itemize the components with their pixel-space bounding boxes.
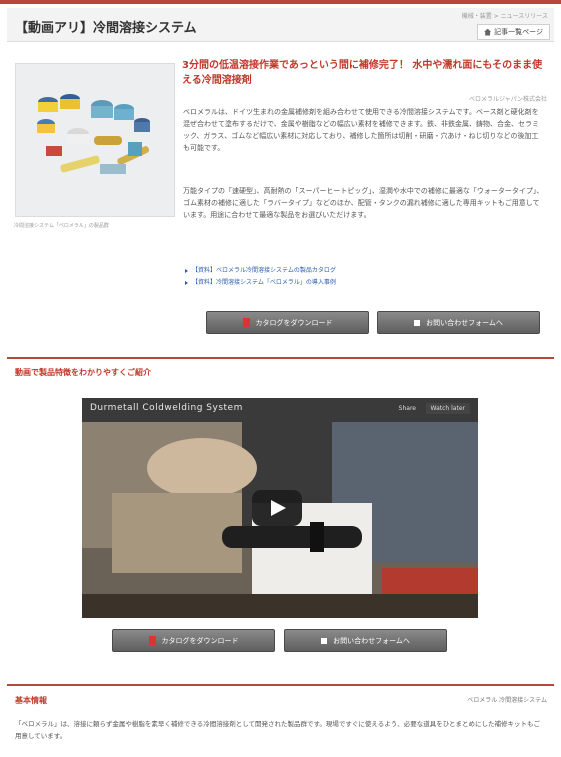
arrow-right-icon	[185, 281, 188, 285]
related-link-label: 【資料】ベロメラル冷間溶接システムの製品カタログ	[192, 267, 336, 274]
watch-later-button[interactable]: Watch later	[425, 403, 470, 414]
inquiry-form-button[interactable]: お問い合わせフォームへ	[377, 311, 540, 334]
image-caption: 冷間溶接システム「ベロメラル」の製品群	[14, 223, 109, 229]
arrow-icon	[321, 637, 328, 644]
home-icon	[484, 28, 492, 36]
download-catalog-label: カタログをダウンロード	[161, 636, 239, 645]
video-player[interactable]: Durmetall Coldwelding System Share Watch…	[82, 398, 478, 618]
pdf-icon	[242, 318, 250, 327]
related-link-catalog[interactable]: 【資料】ベロメラル冷間溶接システムの製品カタログ	[185, 265, 336, 277]
section-divider	[7, 684, 554, 686]
inquiry-form-label: お問い合わせフォームへ	[426, 318, 503, 327]
arrow-icon	[414, 319, 421, 326]
arrow-right-icon	[185, 269, 188, 273]
download-catalog-button-2[interactable]: カタログをダウンロード	[112, 629, 275, 652]
breadcrumb[interactable]: 機械・装置 > ニュースリリース	[462, 11, 548, 20]
inquiry-form-label: お問い合わせフォームへ	[333, 636, 410, 645]
product-image	[15, 63, 175, 217]
page-header: 【動画アリ】冷間溶接システム 機械・装置 > ニュースリリース 記事一覧ページ	[7, 8, 554, 42]
video-section-title: 動画で製品特徴をわかりやすくご紹介	[15, 368, 151, 377]
inquiry-form-button-2[interactable]: お問い合わせフォームへ	[284, 629, 447, 652]
info-section-subtitle: ベロメラル 冷間溶接システム	[467, 697, 547, 704]
download-catalog-label: カタログをダウンロード	[255, 318, 333, 327]
video-title: Durmetall Coldwelding System	[90, 403, 243, 413]
back-to-list-label: 記事一覧ページ	[494, 28, 543, 36]
top-accent-line	[0, 0, 561, 4]
info-text: 「ベロメラル」は、溶接に頼らず金属や樹脂を素早く補修できる冷間溶接剤として開発さ…	[15, 720, 541, 740]
related-links: 【資料】ベロメラル冷間溶接システムの製品カタログ 【資料】冷間溶接システム「ベロ…	[185, 265, 336, 289]
related-link-cases[interactable]: 【資料】冷間溶接システム「ベロメラル」の導入事例	[185, 277, 336, 289]
info-section-title: 基本情報	[15, 696, 47, 705]
pdf-icon	[148, 636, 156, 645]
page-title: 【動画アリ】冷間溶接システム	[15, 21, 197, 36]
product-description-2: 万能タイプの「速硬型」、高耐熱の「スーパーヒートピッグ」、湿潤や水中での補修に最…	[183, 187, 544, 219]
download-catalog-button[interactable]: カタログをダウンロード	[206, 311, 369, 334]
section-divider	[7, 357, 554, 359]
product-description-1: ベロメラルは、ドイツ生まれの金属補修剤を組み合わせて使用できる冷間溶接システムで…	[183, 108, 540, 152]
product-headline: 3分間の低温溶接作業であっという間に補修完了！ 水中や濡れ面にもそのまま使える冷…	[182, 60, 543, 86]
company-name: ベロメラルジャパン株式会社	[468, 96, 547, 103]
play-icon	[271, 500, 286, 516]
related-link-label: 【資料】冷間溶接システム「ベロメラル」の導入事例	[192, 279, 336, 286]
play-button[interactable]	[252, 490, 302, 526]
share-button[interactable]: Share	[399, 405, 416, 412]
back-to-list-button[interactable]: 記事一覧ページ	[477, 24, 550, 40]
